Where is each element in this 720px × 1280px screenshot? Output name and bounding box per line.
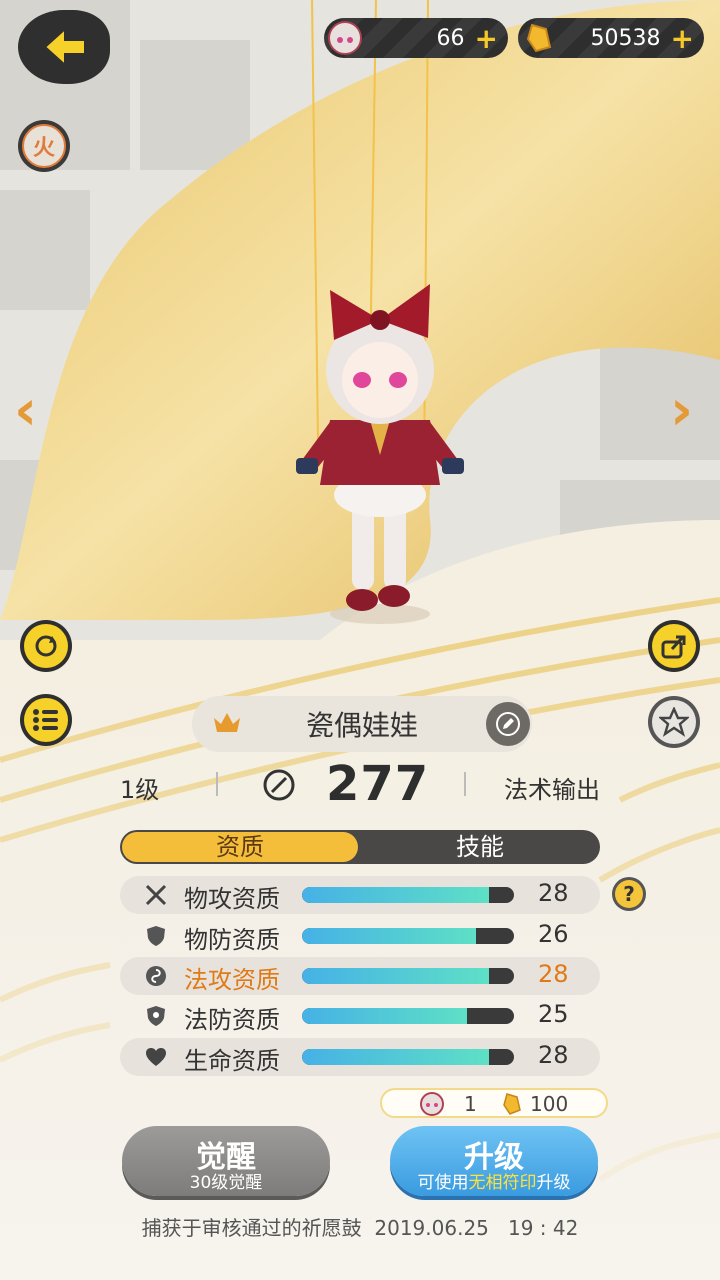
pet-summary-row: 1级 277 法术输出: [120, 756, 600, 812]
pencil-icon: [496, 712, 520, 736]
divider: [216, 772, 218, 796]
attribute-label: 法攻资质: [184, 966, 280, 994]
add-gold-button[interactable]: +: [671, 22, 694, 55]
attribute-bar: [302, 1049, 514, 1065]
attribute-label: 生命资质: [184, 1047, 280, 1075]
gem-value: 66: [436, 25, 465, 51]
crossed-swords-icon: [145, 884, 167, 906]
magic-shield-icon: [147, 1006, 165, 1026]
back-button[interactable]: [18, 10, 110, 84]
combat-power-icon: [263, 769, 295, 801]
combat-power-value: 277: [326, 756, 430, 812]
attribute-label: 物防资质: [184, 926, 280, 954]
attribute-bar: [302, 928, 514, 944]
prev-pet-arrow-icon[interactable]: ‹: [14, 378, 37, 443]
attribute-bar: [302, 887, 514, 903]
upgrade-sub-pre: 可使用: [417, 1173, 469, 1193]
attribute-row: 法防资质 25: [120, 997, 600, 1035]
attribute-row: 物攻资质 28: [120, 876, 600, 914]
attribute-bar-fill: [302, 1008, 468, 1024]
attribute-value: 28: [538, 879, 569, 907]
attribute-bar: [302, 1008, 514, 1024]
gold-crystal-icon: [503, 1093, 521, 1115]
gold-cost-value: 100: [530, 1092, 569, 1116]
add-gems-button[interactable]: +: [475, 22, 498, 55]
share-icon: [661, 635, 686, 659]
divider: [464, 772, 466, 796]
shield-icon: [147, 926, 165, 946]
rename-button[interactable]: [486, 702, 530, 746]
attribute-bar: [302, 968, 514, 984]
pet-nameplate: 瓷偶娃娃: [192, 696, 532, 752]
upgrade-button[interactable]: 升级 可使用无相符印升级: [390, 1126, 598, 1196]
aptitude-help-button[interactable]: ?: [612, 877, 646, 911]
tab-aptitude[interactable]: 资质: [122, 832, 358, 862]
upgrade-cost: 1 100: [380, 1088, 608, 1118]
attribute-label: 物攻资质: [184, 885, 280, 913]
attribute-label: 法防资质: [184, 1006, 280, 1034]
detail-tabs: 资质 技能: [120, 830, 600, 864]
gold-value: 50538: [590, 25, 661, 51]
item-cost-value: 1: [464, 1092, 477, 1116]
awaken-subtitle: 30级觉醒: [189, 1173, 263, 1193]
rotate-icon: [35, 635, 57, 657]
attribute-value: 26: [538, 920, 569, 948]
tab-skills[interactable]: 技能: [360, 830, 600, 864]
attribute-row: 法攻资质 28: [120, 957, 600, 995]
attribute-value: 28: [538, 1041, 569, 1069]
attribute-row: 物防资质 26: [120, 917, 600, 955]
element-fire-badge[interactable]: 火: [18, 120, 70, 172]
gem-currency: 66 +: [324, 18, 508, 58]
heart-icon: [146, 1048, 166, 1066]
gold-crystal-icon: [526, 23, 552, 53]
doll-token-icon: [328, 21, 362, 55]
pet-role: 法术输出: [504, 776, 600, 804]
doll-token-icon: [420, 1092, 444, 1116]
pet-name: 瓷偶娃娃: [305, 709, 418, 742]
upgrade-sub-item: 无相符印: [468, 1173, 537, 1193]
help-icon: ?: [615, 880, 643, 908]
background-art: [0, 0, 720, 1280]
back-arrow-icon: [43, 26, 86, 68]
gold-currency: 50538 +: [518, 18, 704, 58]
attribute-row: 生命资质 28: [120, 1038, 600, 1076]
capture-info: 捕获于审核通过的祈愿鼓 2019.06.25 19 : 42: [141, 1216, 579, 1240]
element-label: 火: [22, 124, 66, 168]
attribute-bar-fill: [302, 887, 489, 903]
next-pet-arrow-icon[interactable]: ›: [670, 378, 693, 443]
attribute-bar-fill: [302, 928, 476, 944]
magic-swirl-icon: [146, 966, 166, 986]
pet-character-model[interactable]: [290, 280, 470, 630]
list-icon: [33, 709, 58, 731]
attribute-value: 25: [538, 1000, 569, 1028]
attribute-value: 28: [538, 960, 569, 988]
share-button[interactable]: [648, 620, 700, 672]
pet-list-button[interactable]: [20, 694, 72, 746]
upgrade-subtitle: 可使用无相符印升级: [390, 1168, 598, 1193]
favorite-button[interactable]: [648, 696, 700, 748]
star-icon: [659, 707, 689, 737]
attribute-bar-fill: [302, 968, 489, 984]
upgrade-sub-post: 升级: [536, 1173, 571, 1193]
awaken-button[interactable]: 觉醒 30级觉醒: [122, 1126, 330, 1196]
pet-level: 1级: [120, 776, 160, 804]
rotate-view-button[interactable]: [20, 620, 72, 672]
attribute-bar-fill: [302, 1049, 489, 1065]
